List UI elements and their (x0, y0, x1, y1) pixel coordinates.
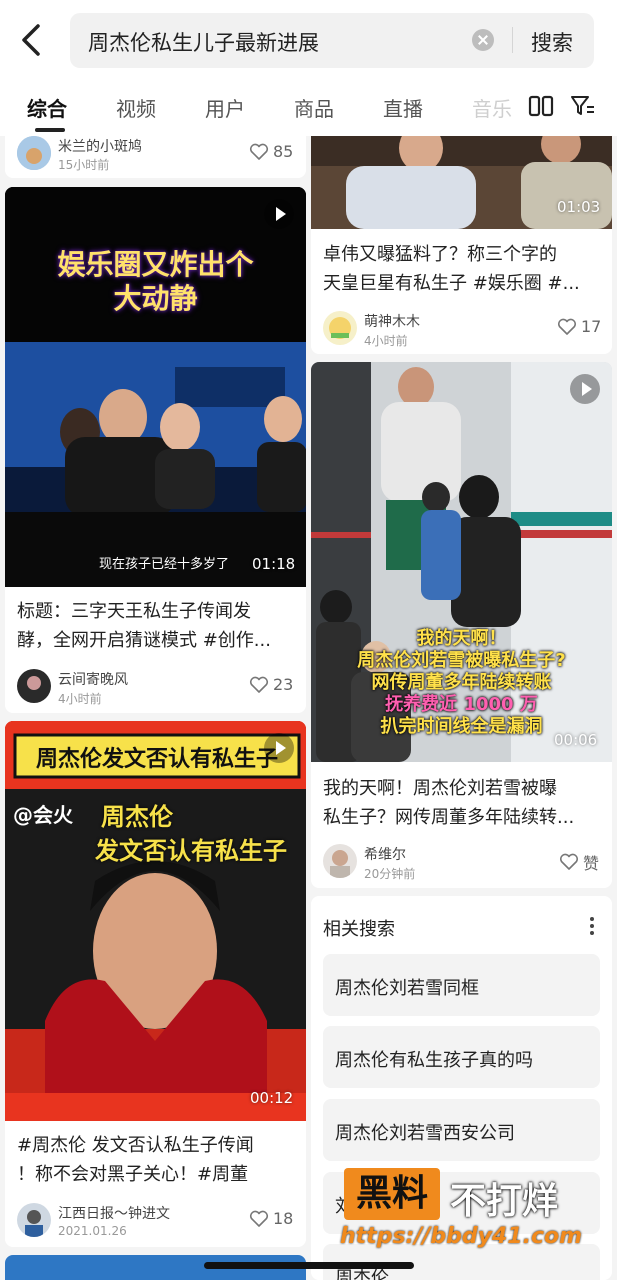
video-thumbnail[interactable]: 周杰伦发文否认有私生子 @会火 周杰伦 发文否认有私生子 00:12 (5, 721, 306, 1121)
search-input[interactable]: 周杰伦私生儿子最新进展 (88, 27, 319, 57)
post-time: 15小时前 (58, 158, 110, 172)
play-icon (264, 199, 294, 229)
result-card[interactable]: 01:03 卓伟又曝猛料了？称三个字的 天皇巨星有私生子 #娱乐圈 #... 萌… (311, 136, 612, 354)
tab-live[interactable]: 直播 (383, 93, 423, 122)
tab-users[interactable]: 用户 (205, 93, 245, 122)
overlay-line: 我的天啊！ (416, 628, 507, 649)
watermark-badge: 黑料 (344, 1168, 440, 1220)
result-card[interactable]: 我的天啊！ 周杰伦刘若雪被曝私生子? 网传周董多年陆续转账 抚养费近 1000 … (311, 362, 612, 888)
heart-icon (249, 1210, 269, 1227)
filter-icon[interactable] (570, 94, 596, 118)
tab-music[interactable]: 音乐 (472, 93, 518, 122)
author-name[interactable]: 米兰的小斑鸠 (58, 136, 142, 156)
overlay-line: 周杰伦刘若雪被曝私生子? (357, 650, 566, 671)
avatar (323, 311, 357, 345)
overlay-text: 周杰伦 (101, 803, 173, 831)
post-time: 20分钟前 (364, 867, 416, 881)
tab-video[interactable]: 视频 (116, 93, 156, 122)
video-thumbnail[interactable]: 我的天啊！ 周杰伦刘若雪被曝私生子? 网传周董多年陆续转账 抚养费近 1000 … (311, 362, 612, 762)
caption-text: 现在孩子已经十多岁了 (99, 557, 230, 572)
like-count[interactable]: 23 (249, 675, 293, 694)
home-indicator (204, 1262, 414, 1269)
related-search-item[interactable]: 周杰伦刘若雪同框 (323, 954, 600, 1016)
avatar (17, 669, 51, 703)
result-card[interactable]: 周杰伦发文否认有私生子 @会火 周杰伦 发文否认有私生子 00:12 #周杰伦 … (5, 721, 306, 1247)
avatar (17, 1203, 51, 1237)
like-number: 赞 (583, 854, 600, 873)
duration: 01:03 (557, 198, 601, 216)
search-button[interactable]: 搜索 (531, 27, 573, 57)
post-time: 4小时前 (364, 334, 408, 348)
result-card[interactable]: 米兰的小斑鸠 15小时前 85 (5, 136, 306, 178)
overlay-text: 大动静 (113, 282, 198, 315)
card-title[interactable]: 标题：三字天王私生子传闻发 酵，全网开启猜谜模式 #创作... (17, 597, 297, 655)
post-time: 4小时前 (58, 692, 102, 706)
card-title-line: 卓伟又曝猛料了？称三个字的 (323, 244, 557, 265)
like-count[interactable]: 85 (249, 142, 293, 161)
heart-icon (249, 676, 269, 693)
card-title-line: 我的天啊！周杰伦刘若雪被曝 (323, 778, 557, 799)
heart-icon (559, 853, 579, 870)
banner-text: 周杰伦发文否认有私生子 (35, 747, 278, 772)
overlay-caption: 我的天啊！ 周杰伦刘若雪被曝私生子? 网传周董多年陆续转账 抚养费近 1000 … (311, 628, 612, 738)
heart-icon (557, 318, 577, 335)
duration: 00:12 (250, 1089, 294, 1107)
card-title[interactable]: #周杰伦 发文否认私生子传闻 ！称不会对黑子关心！#周董 (17, 1131, 297, 1189)
video-thumbnail[interactable]: 娱乐圈又炸出个 大动静 现在孩子已经十多岁了 01:18 (5, 187, 306, 587)
like-number: 85 (273, 142, 294, 161)
card-title[interactable]: 卓伟又曝猛料了？称三个字的 天皇巨星有私生子 #娱乐圈 #... (323, 240, 603, 298)
card-title[interactable]: 我的天啊！周杰伦刘若雪被曝 私生子？网传周董多年陆续转... (323, 774, 603, 832)
card-title-line: 天皇巨星有私生子 #娱乐圈 #... (323, 273, 580, 294)
overlay-line: 抚养费近 1000 万 (385, 694, 538, 715)
category-tabs: 综合 视频 用户 商品 直播 音乐 (0, 88, 617, 132)
related-search-item[interactable]: 周杰伦有私生孩子真的吗 (323, 1026, 600, 1088)
author-name[interactable]: 萌神木木 (364, 311, 420, 331)
thumbnail-image (5, 721, 306, 1121)
avatar (17, 136, 51, 170)
like-count[interactable]: 赞 (559, 850, 599, 874)
post-time: 2021.01.26 (58, 1224, 127, 1238)
duration: 01:18 (252, 555, 296, 573)
like-number: 18 (273, 1209, 294, 1228)
watermark-url: https://bbdy41.com (340, 1224, 583, 1249)
related-heading: 相关搜索 (323, 919, 395, 940)
tab-products[interactable]: 商品 (294, 93, 334, 122)
card-title-line: #周杰伦 发文否认私生子传闻 (17, 1135, 254, 1156)
search-bar[interactable]: 周杰伦私生儿子最新进展 搜索 (70, 13, 594, 68)
card-title-line: 标题：三字天王私生子传闻发 (17, 601, 251, 622)
heart-icon (249, 143, 269, 160)
like-number: 23 (273, 675, 294, 694)
like-number: 17 (581, 317, 602, 336)
like-count[interactable]: 18 (249, 1209, 293, 1228)
play-icon (570, 374, 600, 404)
card-title-line: 私生子？网传周董多年陆续转... (323, 807, 575, 828)
search-divider (512, 27, 513, 53)
avatar (323, 844, 357, 878)
related-search-item[interactable]: 周杰伦刘若雪西安公司 (323, 1099, 600, 1161)
tab-comprehensive[interactable]: 综合 (27, 93, 67, 132)
clear-icon[interactable] (472, 29, 494, 51)
layout-toggle-icon[interactable] (528, 95, 554, 117)
play-icon (264, 733, 294, 763)
overlay-text: 发文否认有私生子 (95, 837, 287, 865)
watermark-text: 不打烊 (450, 1181, 559, 1222)
top-bar: 周杰伦私生儿子最新进展 搜索 综合 视频 用户 商品 直播 音乐 (0, 0, 617, 136)
overlay-line: 网传周董多年陆续转账 (371, 672, 552, 693)
brand-text: @会火 (13, 803, 73, 827)
more-options-icon[interactable] (589, 916, 595, 936)
author-name[interactable]: 希维尔 (364, 844, 406, 864)
card-title-line: ！称不会对黑子关心！#周董 (17, 1164, 249, 1185)
like-count[interactable]: 17 (557, 317, 601, 336)
back-arrow-icon[interactable] (18, 22, 46, 58)
author-name[interactable]: 云间寄晚风 (58, 669, 128, 689)
video-thumbnail[interactable]: 01:03 (311, 136, 612, 229)
card-title-line: 酵，全网开启猜谜模式 #创作... (17, 630, 271, 651)
result-card[interactable]: 娱乐圈又炸出个 大动静 现在孩子已经十多岁了 01:18 标题：三字天王私生子传… (5, 187, 306, 713)
author-name[interactable]: 江西日报～钟进文 (58, 1203, 170, 1223)
duration: 00:06 (554, 731, 598, 749)
watermark: 黑料 不打烊 https://bbdy41.com (340, 1168, 617, 1258)
